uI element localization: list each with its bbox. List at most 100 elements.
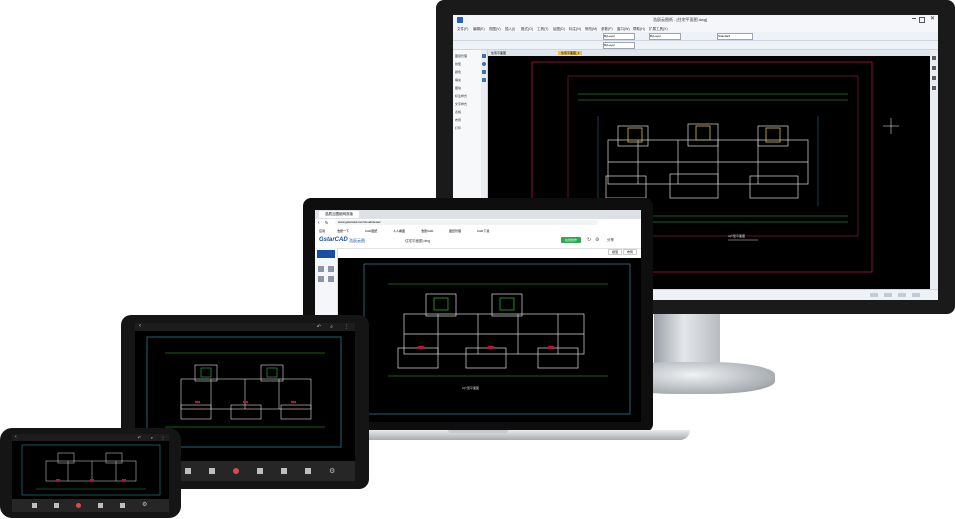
tablet-grid-icon[interactable]	[281, 468, 287, 474]
arc-tool-icon[interactable]	[482, 78, 486, 82]
phone-more-icon[interactable]: ⋮	[161, 435, 165, 440]
phone-measure-icon[interactable]	[32, 503, 37, 508]
minimize-button[interactable]	[912, 18, 916, 19]
tablet-draw-icon[interactable]	[209, 468, 215, 474]
sidebar-item[interactable]: 图层管理	[455, 54, 467, 58]
line-tool-icon[interactable]	[482, 54, 486, 58]
phone-grid-icon[interactable]	[120, 503, 125, 508]
settings-icon[interactable]: ⚙	[595, 237, 599, 243]
ortho-toggle[interactable]	[898, 293, 906, 297]
view-tabs: 模型 布局	[608, 249, 637, 256]
address-bar[interactable]: www.gstarcad.com/cloud/viewer	[335, 220, 598, 225]
markup-tool-icon[interactable]	[328, 276, 334, 282]
trim-tool-icon[interactable]	[932, 86, 936, 90]
toolbar-row-2: ByLayer	[453, 41, 938, 50]
collaborate-button[interactable]: 在线协作	[561, 237, 582, 243]
lineweight-combo[interactable]: ByLayer	[603, 42, 635, 49]
tablet-settings-icon[interactable]: ⚙	[329, 467, 335, 475]
phone-color-icon[interactable]	[76, 503, 81, 508]
rect-tool-icon[interactable]	[482, 70, 486, 74]
tablet-layer-icon[interactable]	[257, 468, 263, 474]
sidebar-item[interactable]: 线型	[455, 62, 461, 66]
phone-bezel: ‹ ↶ ⌕ ⋮ ⚙	[0, 428, 181, 518]
window-title: 浩辰云图纸 - [住宅平面图.dwg]	[653, 17, 708, 22]
sidebar-item[interactable]: 表格	[455, 110, 461, 114]
tablet-red-markers	[195, 401, 296, 403]
highlight-room-2	[695, 125, 711, 141]
phone-screen: ‹ ↶ ⌕ ⋮ ⚙	[12, 434, 169, 512]
sidebar-item[interactable]: 布局	[455, 118, 461, 122]
phone-draw-icon[interactable]	[54, 503, 59, 508]
web-floor-plan	[363, 263, 631, 415]
layer-combo[interactable]: ByLayer	[603, 33, 635, 40]
grid-toggle[interactable]	[884, 293, 892, 297]
modify-toolstrip	[929, 50, 938, 290]
share-button[interactable]: 分享	[607, 238, 614, 243]
bookmark-item[interactable]: 图纸管理	[449, 229, 461, 233]
web-cad-canvas[interactable]: A户型平面图	[338, 258, 641, 422]
drawing-tab-left[interactable]: 住宅平面图	[491, 51, 506, 55]
bookmark-item[interactable]: 浩辰CAD	[421, 229, 433, 233]
tablet-search-icon[interactable]: ⌕	[330, 324, 333, 330]
phone-plan-walls	[45, 452, 137, 482]
phone-undo-icon[interactable]: ↶	[138, 435, 141, 440]
phone-settings-icon[interactable]: ⚙	[142, 501, 147, 508]
bookmark-item[interactable]: CAD图纸	[365, 229, 377, 233]
copy-tool-icon[interactable]	[932, 66, 936, 70]
circle-tool-icon[interactable]	[482, 62, 486, 66]
sidebar-item[interactable]: 文字样式	[455, 102, 467, 106]
reload-icon[interactable]: ↻	[325, 220, 328, 225]
back-icon[interactable]: ‹	[318, 220, 320, 226]
web-plan-caption: A户型平面图	[462, 386, 480, 390]
maximize-button[interactable]	[919, 17, 925, 23]
layer-tool-icon[interactable]	[318, 266, 324, 272]
tablet-text-icon[interactable]	[305, 468, 311, 474]
bookmark-item[interactable]: 人人看图	[393, 229, 405, 233]
bookmark-item[interactable]: 浩辰一下	[337, 229, 349, 233]
phone-topbar: ‹ ↶ ⌕ ⋮	[12, 434, 169, 441]
phone-search-icon[interactable]: ⌕	[151, 435, 153, 440]
plan-walls	[605, 123, 809, 199]
tablet-undo-icon[interactable]: ↶	[317, 324, 321, 330]
sidebar-item[interactable]: 填充	[455, 78, 461, 82]
tablet-measure-icon[interactable]	[185, 468, 191, 474]
tablet-plan-walls	[180, 364, 312, 420]
sidebar-item[interactable]: 图块	[455, 86, 461, 90]
style-combo[interactable]: Standard	[717, 33, 753, 40]
window-titlebar: 浩辰云图纸 - [住宅平面图.dwg] ✕	[453, 15, 938, 25]
web-highlight-1	[433, 297, 449, 311]
app-logo-icon	[457, 17, 463, 23]
plan-caption: A户型平面图	[728, 234, 746, 238]
phone: ‹ ↶ ⌕ ⋮ ⚙	[0, 428, 182, 519]
move-tool-icon[interactable]	[932, 56, 936, 60]
tablet-highlight-2	[266, 367, 278, 378]
measure-tool-icon[interactable]	[328, 266, 334, 272]
phone-back-icon[interactable]: ‹	[15, 434, 17, 440]
bookmark-item[interactable]: CAD下载	[477, 229, 489, 233]
sidebar-item[interactable]: 打印	[455, 126, 461, 130]
tablet-back-icon[interactable]: ‹	[139, 323, 141, 329]
sidebar-item[interactable]: 颜色	[455, 70, 461, 74]
sidebar-item[interactable]: 标注样式	[455, 94, 467, 98]
toolbar-row-1: ByLayer ByLayer Standard	[453, 32, 938, 41]
rotate-tool-icon[interactable]	[932, 76, 936, 80]
tab-layout[interactable]: 布局	[622, 249, 637, 255]
snap-toggle[interactable]	[870, 293, 878, 297]
phone-layer-icon[interactable]	[98, 503, 103, 508]
text-tool-icon[interactable]	[318, 276, 324, 282]
phone-red-markers	[56, 479, 126, 481]
tab-model[interactable]: 模型	[608, 249, 623, 255]
web-red-markers	[418, 346, 554, 349]
refresh-icon[interactable]: ↻	[587, 237, 591, 243]
close-button[interactable]: ✕	[930, 16, 935, 22]
browser-tab[interactable]: 浩辰云图纸网页版	[319, 211, 359, 218]
polar-toggle[interactable]	[912, 293, 920, 297]
linetype-combo[interactable]: ByLayer	[649, 33, 681, 40]
tablet-color-icon[interactable]	[233, 468, 239, 474]
crosshair-cursor	[883, 118, 899, 134]
panel-logo-badge	[317, 250, 335, 258]
file-title: 住宅平面图.dwg	[405, 239, 430, 243]
bookmark-item[interactable]: 应用	[319, 229, 325, 233]
drawing-tab-right[interactable]: 住宅平面图_1	[558, 51, 583, 55]
tablet-more-icon[interactable]: ⋮	[344, 324, 349, 330]
